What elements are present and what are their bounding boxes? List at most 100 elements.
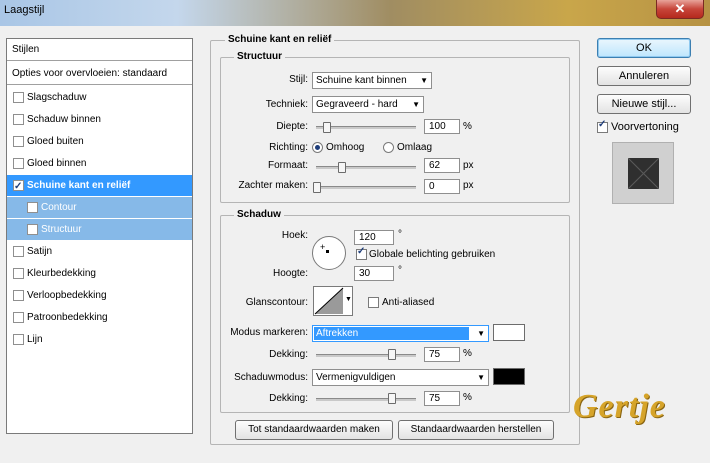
shadow-opacity-thumb[interactable]: [388, 393, 396, 404]
style-item-pattern-overlay[interactable]: Patroonbedekking: [7, 307, 192, 328]
global-light-label: Globale belichting gebruiken: [369, 249, 496, 260]
depth-input[interactable]: 100: [424, 119, 460, 134]
preview-checkbox[interactable]: [597, 119, 608, 133]
preview-swatch: [628, 158, 659, 189]
shadow-opacity-label: Dekking:: [269, 393, 308, 404]
shadow-color-swatch[interactable]: [493, 368, 525, 385]
size-unit: px: [463, 160, 474, 171]
new-style-button[interactable]: Nieuwe stijl...: [597, 94, 691, 114]
angle-input[interactable]: 120: [354, 230, 394, 245]
depth-label: Diepte:: [276, 121, 308, 132]
make-default-button[interactable]: Tot standaardwaarden maken: [235, 420, 393, 440]
shadow-mode-select[interactable]: Vermenigvuldigen ▼: [312, 369, 489, 386]
soften-slider-thumb[interactable]: [313, 182, 321, 193]
style-item-drop-shadow[interactable]: Slagschaduw: [7, 87, 192, 108]
style-checkbox[interactable]: [13, 246, 24, 257]
style-item-texture[interactable]: Structuur: [7, 219, 192, 240]
shadow-mode-label: Schaduwmodus:: [234, 372, 308, 383]
depth-unit: %: [463, 121, 472, 132]
size-slider-thumb[interactable]: [338, 162, 346, 173]
soften-label: Zachter maken:: [238, 180, 308, 191]
cancel-button[interactable]: Annuleren: [597, 66, 691, 86]
highlight-opacity-input[interactable]: 75: [424, 347, 460, 362]
technique-select[interactable]: Gegraveerd - hard ▼: [312, 96, 424, 113]
style-checkbox[interactable]: [13, 312, 24, 323]
style-checkbox[interactable]: [13, 114, 24, 125]
angle-label: Hoek:: [281, 230, 308, 241]
style-checkbox[interactable]: [13, 136, 24, 147]
style-item-color-overlay[interactable]: Kleurbedekking: [7, 263, 192, 284]
close-button[interactable]: ✕: [656, 0, 704, 19]
preview-label: Voorvertoning: [611, 121, 679, 133]
anti-aliased-label: Anti-aliased: [382, 297, 435, 308]
depth-slider-track[interactable]: [316, 126, 416, 129]
technique-label: Techniek:: [265, 99, 308, 110]
shadow-opacity-unit: %: [463, 392, 472, 403]
style-checkbox[interactable]: [13, 92, 24, 103]
shadow-opacity-track[interactable]: [316, 398, 416, 401]
style-item-stroke[interactable]: Lijn: [7, 329, 192, 350]
styles-header[interactable]: Stijlen: [7, 39, 192, 61]
direction-up-radio[interactable]: [312, 142, 323, 153]
highlight-opacity-label: Dekking:: [269, 349, 308, 360]
chevron-down-icon: ▼: [412, 100, 420, 109]
size-label: Formaat:: [267, 160, 308, 171]
window-title: Laagstijl: [4, 4, 45, 16]
style-checkbox[interactable]: [27, 202, 38, 213]
chevron-down-icon: ▼: [420, 76, 428, 85]
style-checkbox[interactable]: [13, 290, 24, 301]
anti-aliased-checkbox[interactable]: [368, 297, 379, 308]
altitude-label: Hoogte:: [272, 268, 308, 279]
soften-slider-track[interactable]: [316, 186, 416, 189]
highlight-opacity-unit: %: [463, 348, 472, 359]
soften-unit: px: [463, 180, 474, 191]
bevel-emboss-title: Schuine kant en reliëf: [225, 34, 335, 45]
size-input[interactable]: 62: [424, 158, 460, 173]
chevron-down-icon: ▼: [477, 329, 485, 338]
blending-options-item[interactable]: Opties voor overvloeien: standaard: [7, 63, 192, 85]
style-item-inner-glow[interactable]: Gloed binnen: [7, 153, 192, 174]
style-item-inner-shadow[interactable]: Schaduw binnen: [7, 109, 192, 130]
style-checkbox[interactable]: [13, 268, 24, 279]
preview-thumbnail: [612, 142, 674, 204]
style-item-gradient-overlay[interactable]: Verloopbedekking: [7, 285, 192, 306]
altitude-input[interactable]: 30: [354, 266, 394, 281]
size-slider-track[interactable]: [316, 166, 416, 169]
watermark-signature: Gertje: [573, 388, 666, 425]
style-item-contour[interactable]: Contour: [7, 197, 192, 218]
gloss-contour-label: Glanscontour:: [245, 297, 308, 308]
angle-dial[interactable]: +: [312, 236, 346, 270]
direction-down-radio[interactable]: [383, 142, 394, 153]
shading-title: Schaduw: [234, 209, 284, 220]
chevron-down-icon: ▼: [477, 373, 485, 382]
structure-title: Structuur: [234, 51, 285, 62]
style-checkbox[interactable]: [13, 334, 24, 345]
highlight-opacity-thumb[interactable]: [388, 349, 396, 360]
highlight-mode-select[interactable]: Aftrekken ▼: [312, 325, 489, 342]
direction-label: Richting:: [269, 142, 308, 153]
reset-default-button[interactable]: Standaardwaarden herstellen: [398, 420, 554, 440]
style-checkbox[interactable]: [13, 158, 24, 169]
style-label: Stijl:: [289, 74, 308, 85]
bevel-preview-icon: [628, 158, 659, 189]
soften-input[interactable]: 0: [424, 179, 460, 194]
global-light-checkbox[interactable]: [356, 246, 367, 260]
highlight-mode-label: Modus markeren:: [230, 327, 308, 338]
style-item-bevel-emboss[interactable]: Schuine kant en reliëf: [7, 175, 192, 197]
style-item-satin[interactable]: Satijn: [7, 241, 192, 262]
highlight-opacity-track[interactable]: [316, 354, 416, 357]
style-checkbox[interactable]: [13, 176, 24, 197]
styles-list: Stijlen Opties voor overvloeien: standaa…: [6, 38, 193, 434]
depth-slider-thumb[interactable]: [323, 122, 331, 133]
style-checkbox[interactable]: [27, 224, 38, 235]
close-icon: ✕: [674, 1, 686, 16]
direction-down-label: Omlaag: [397, 142, 433, 153]
chevron-down-icon: ▼: [345, 296, 352, 303]
style-select[interactable]: Schuine kant binnen ▼: [312, 72, 432, 89]
highlight-color-swatch[interactable]: [493, 324, 525, 341]
ok-button[interactable]: OK: [597, 38, 691, 58]
shadow-opacity-input[interactable]: 75: [424, 391, 460, 406]
gloss-contour-picker[interactable]: ▼: [313, 286, 353, 316]
angle-unit: °: [398, 229, 402, 240]
style-item-outer-glow[interactable]: Gloed buiten: [7, 131, 192, 152]
